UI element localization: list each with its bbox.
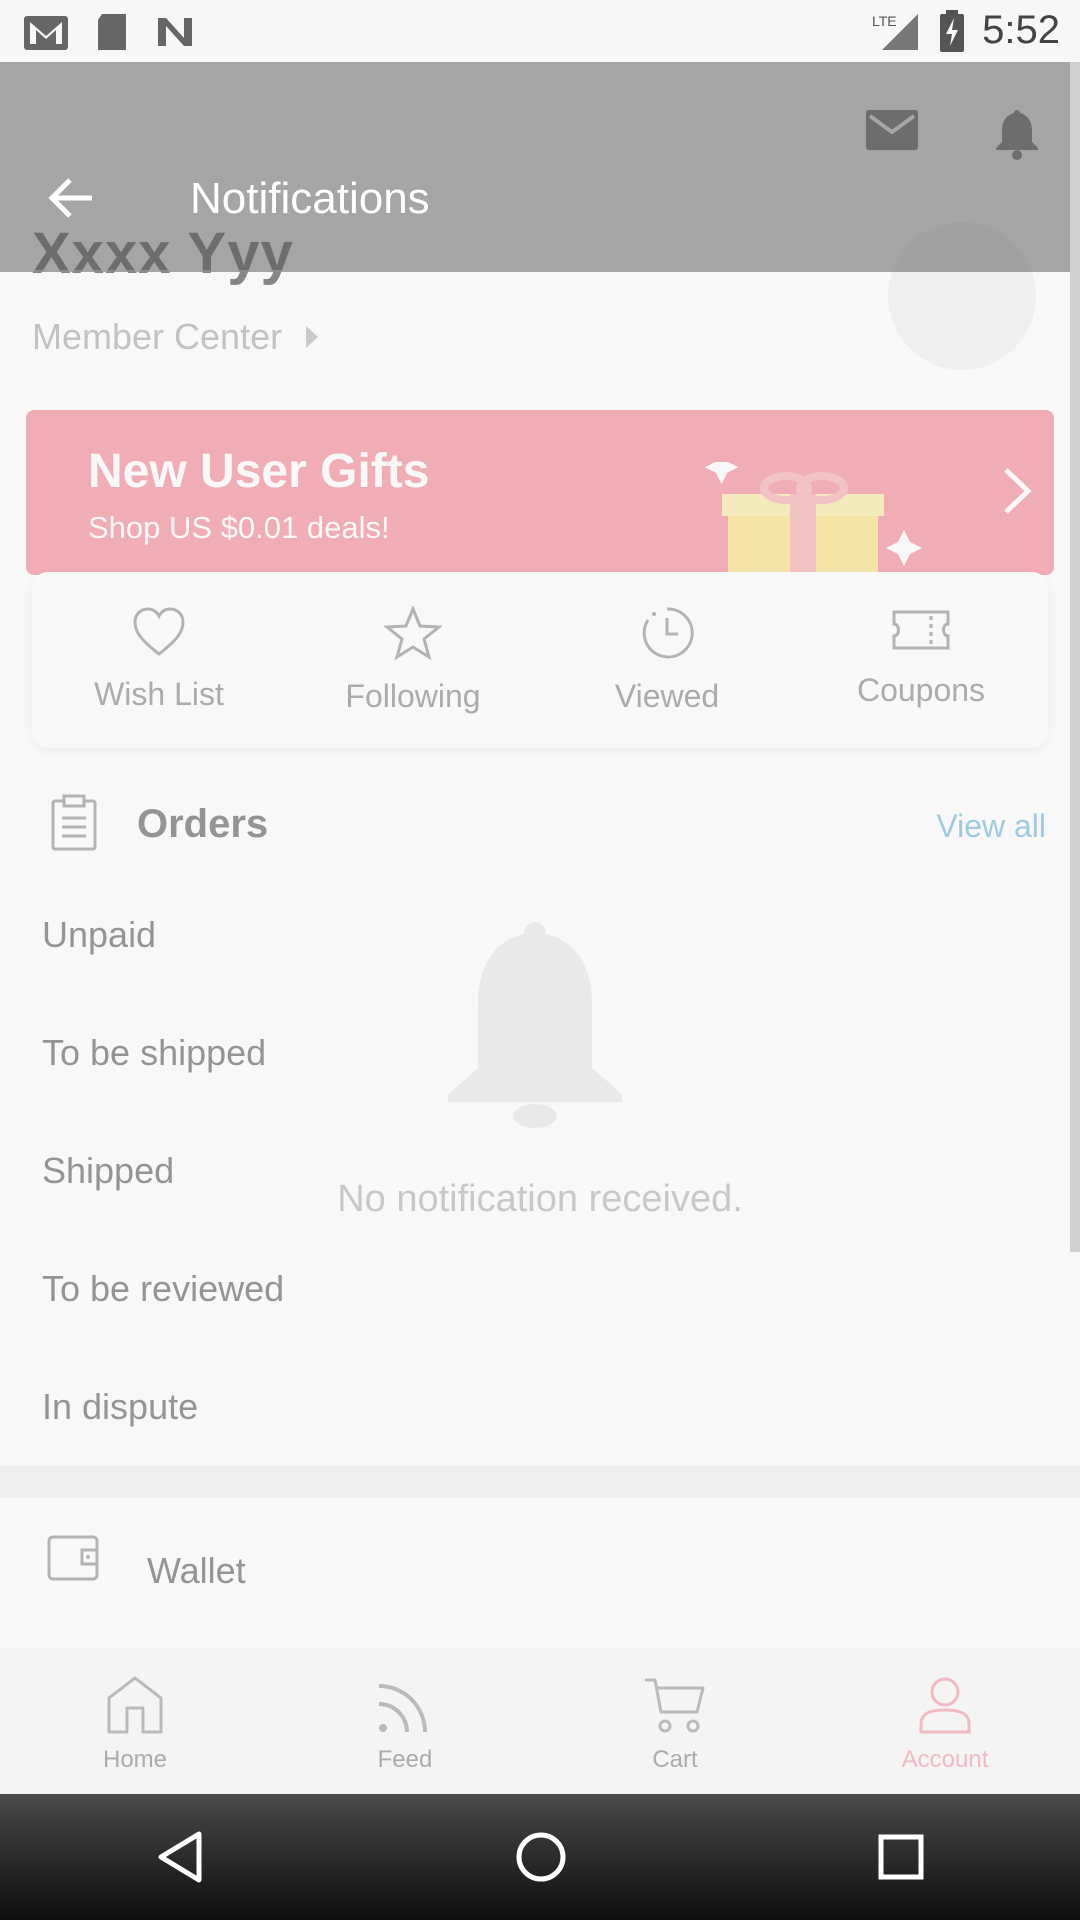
home-icon [107,1676,163,1734]
viewed-link[interactable]: Viewed [540,572,794,748]
following-label: Following [345,678,481,714]
wish-list-label: Wish List [94,676,224,712]
ticket-icon [892,610,950,650]
clipboard-icon [51,794,97,851]
order-row-in-dispute[interactable]: In dispute [42,1386,198,1428]
nav-cart-label: Cart [652,1746,698,1773]
nav-account[interactable]: Account [810,1648,1080,1794]
sd-card-icon [98,14,126,50]
battery-charging-icon [940,9,965,52]
notifications-title: Notifications [190,174,430,223]
orders-header: Orders View all [0,774,1080,884]
wallet-label: Wallet [147,1550,246,1591]
home-circle-icon[interactable] [514,1830,568,1884]
nav-feed[interactable]: Feed [270,1648,540,1794]
orders-title: Orders [137,802,269,846]
order-row-to-be-reviewed[interactable]: To be reviewed [42,1268,284,1310]
promo-subtitle: Shop US $0.01 deals! [88,510,390,545]
nav-account-label: Account [901,1746,989,1773]
following-link[interactable]: Following [286,572,540,748]
empty-notifications-message: No notification received. [337,1178,743,1220]
svg-text:LTE: LTE [872,13,897,29]
quick-links-card: Wish List Following Viewed Coupons [32,572,1048,748]
member-center-link[interactable]: Member Center [32,316,320,358]
order-row-unpaid[interactable]: Unpaid [42,914,156,956]
recents-icon[interactable] [877,1833,925,1881]
feed-icon [378,1684,427,1733]
status-time: 5:52 [982,8,1060,52]
clock-icon [642,607,694,659]
promo-title: New User Gifts [88,445,430,498]
view-all-link[interactable]: View all [936,808,1046,845]
android-nav-bar [0,1794,1080,1920]
account-page: Xxxx Yyy Member Center New User Gifts Sh… [0,62,1080,1648]
wish-list-link[interactable]: Wish List [32,572,286,748]
coupons-label: Coupons [856,672,986,708]
status-bar: LTE 5:52 [0,0,1080,62]
order-row-to-be-shipped[interactable]: To be shipped [42,1032,266,1074]
heart-icon [133,607,185,656]
back-arrow-icon[interactable] [46,176,96,220]
new-user-gifts-banner[interactable]: New User Gifts Shop US $0.01 deals! [26,410,1054,575]
nav-home[interactable]: Home [0,1648,270,1794]
bottom-nav: Home Feed Cart Account [0,1648,1080,1794]
section-divider [0,1466,1080,1498]
wallet-icon [47,1535,99,1581]
notifications-toolbar: Notifications [0,62,1080,272]
n-app-icon [158,18,192,46]
gift-box-icon [704,462,922,575]
coupons-link[interactable]: Coupons [794,572,1048,748]
scrollbar[interactable] [1070,62,1080,1252]
status-right-icons: LTE 5:52 [872,8,1060,53]
nav-home-label: Home [102,1746,168,1773]
nav-cart[interactable]: Cart [540,1648,810,1794]
gmail-icon [24,16,68,50]
back-icon[interactable] [155,1830,205,1884]
member-center-label: Member Center [32,316,283,357]
star-icon [384,606,442,660]
chevron-right-icon [1004,468,1032,514]
nav-feed-label: Feed [377,1746,433,1773]
wallet-row[interactable]: Wallet [0,1498,1080,1648]
viewed-label: Viewed [614,678,720,714]
lte-signal-icon: LTE [872,13,919,50]
account-icon [919,1677,971,1734]
cart-icon [645,1678,705,1733]
caret-right-icon [306,326,319,348]
status-left-icons [22,12,196,52]
empty-bell-icon [448,922,622,1128]
